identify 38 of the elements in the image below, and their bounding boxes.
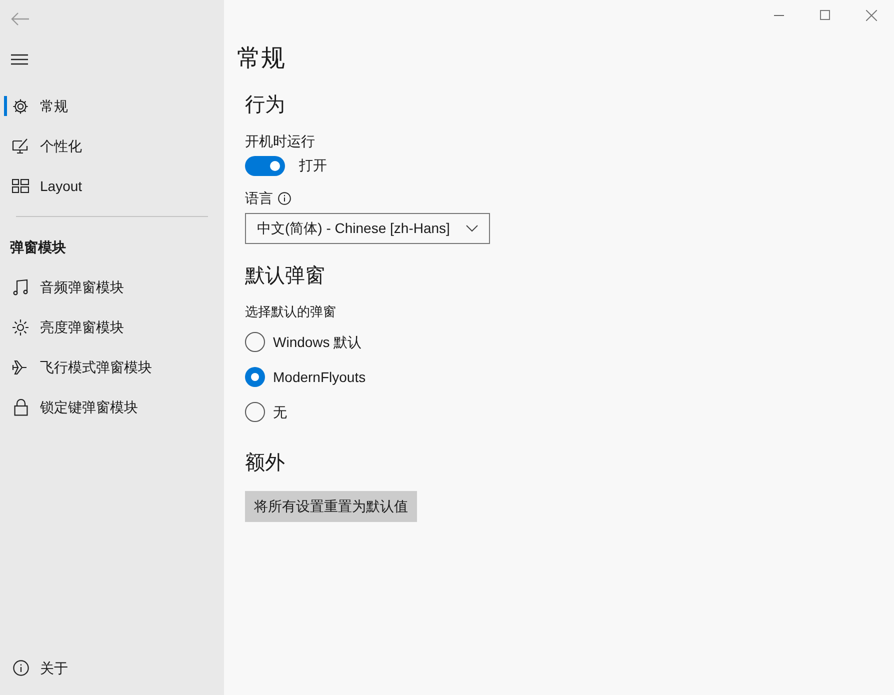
airplane-icon: [12, 358, 29, 376]
nav-item[interactable]: 锁定键弹窗模块: [0, 387, 224, 427]
layout-grid-icon: [12, 179, 29, 193]
gear-icon: [12, 98, 29, 114]
field-label: 语言: [245, 189, 273, 208]
nav-item[interactable]: 个性化: [0, 126, 224, 166]
section-heading: 默认弹窗: [245, 264, 325, 289]
language-dropdown[interactable]: 中文(简体) - Chinese [zh-Hans]: [245, 213, 490, 244]
field-label: 选择默认的弹窗: [245, 303, 336, 321]
nav-item[interactable]: 亮度弹窗模块: [0, 307, 224, 347]
monitor-brush-icon: [12, 138, 29, 154]
field-label: 开机时运行: [245, 132, 315, 151]
section-heading: 行为: [245, 93, 285, 118]
radio-button[interactable]: [245, 332, 265, 352]
radio-option[interactable]: ModernFlyouts: [245, 362, 366, 392]
menu-icon[interactable]: [11, 54, 28, 64]
sun-icon: [12, 318, 29, 336]
back-arrow-icon[interactable]: [10, 12, 30, 26]
page-title: 常规: [237, 44, 285, 74]
lock-icon: [14, 398, 28, 416]
close-icon: [866, 10, 876, 20]
radio-button[interactable]: [245, 402, 265, 422]
section-heading: 额外: [245, 451, 285, 476]
nav-item[interactable]: 关于: [0, 648, 224, 688]
nav-section-title: 弹窗模块: [9, 238, 67, 256]
nav-item[interactable]: 飞行模式弹窗模块: [0, 347, 224, 387]
info-icon: [12, 660, 28, 676]
radio-option[interactable]: Windows 默认: [245, 327, 362, 357]
radio-option[interactable]: 无: [245, 397, 287, 427]
nav-item[interactable]: 音频弹窗模块: [0, 267, 224, 307]
nav-item[interactable]: Layout: [0, 166, 224, 206]
toggle-switch[interactable]: [245, 156, 285, 176]
reset-button[interactable]: 将所有设置重置为默认值: [245, 491, 417, 522]
chevron-down-icon: [466, 225, 478, 232]
radio-button[interactable]: [245, 367, 265, 387]
info-icon: [278, 192, 291, 205]
toggle-state-label: 打开: [299, 156, 327, 175]
music-note-icon: [12, 278, 28, 296]
